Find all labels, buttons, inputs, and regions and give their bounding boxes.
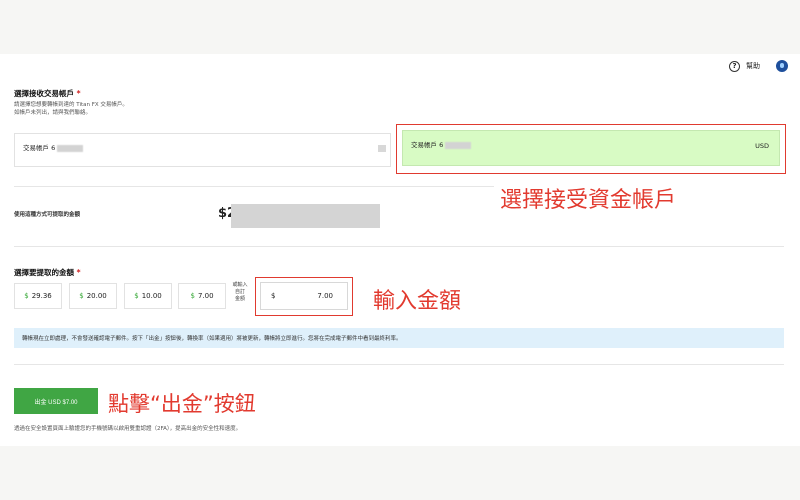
amount-title-text: 選擇要提取的金額 (14, 268, 74, 277)
annotation-select-account: 選擇接受資金帳戶 (500, 188, 677, 213)
help-icon[interactable]: ? (729, 60, 740, 72)
preset-currency: $ (24, 292, 29, 300)
custom-amount-hint: 或輸入 自訂 金額 (231, 282, 249, 303)
hint-line-3: 金額 (234, 296, 245, 302)
notice-text: 轉帳現在立即處理，不會發送確認電子郵件。按下「出金」按鈕後，轉換率（如果適用）將… (22, 336, 402, 342)
preset-value: 10.00 (141, 292, 162, 300)
preset-amount-3[interactable]: $ 10.00 (124, 283, 172, 309)
highlight-box-amount (255, 277, 353, 316)
preset-value: 7.00 (197, 292, 214, 300)
notice-bar: 轉帳現在立即處理，不會發送確認電子郵件。按下「出金」按鈕後，轉換率（如果適用）將… (14, 328, 784, 348)
highlight-box-account (396, 124, 786, 174)
divider (14, 364, 784, 365)
preset-amount-4[interactable]: $ 7.00 (178, 283, 226, 309)
masked-value (378, 145, 386, 152)
amount-title: 選擇要提取的金額 * (14, 267, 81, 278)
hint-line-1: 或輸入 (232, 282, 248, 288)
hint-line-2: 自訂 (234, 289, 245, 295)
preset-value: 20.00 (86, 292, 107, 300)
account-label: 交易帳戶 6 (23, 144, 56, 152)
select-account-desc: 請選擇您想要轉帳到達的 Titan FX 交易帳戶。 如帳戶未列出，請與我們聯絡… (14, 101, 128, 117)
available-label: 使用這種方式可提取的金額 (14, 212, 81, 218)
divider (14, 186, 494, 187)
footer-note: 透過在安全設置頁面上驗證您的手機號碼以啟用雙重認證（2FA），提高出金的安全性和… (14, 426, 242, 432)
required-mark: * (76, 89, 81, 98)
preset-currency: $ (79, 292, 84, 300)
header-actions: ? 幫助 (729, 60, 788, 72)
preset-amount-1[interactable]: $ 29.36 (14, 283, 62, 309)
masked-amount (231, 204, 380, 228)
required-mark: * (76, 268, 81, 277)
select-account-title: 選擇接收交易帳戶 * (14, 88, 81, 99)
annotation-click-button: 點擊“出金”按鈕 (108, 392, 256, 416)
desc-line-1: 請選擇您想要轉帳到達的 Titan FX 交易帳戶。 (14, 102, 128, 108)
desc-line-2: 如帳戶未列出，請與我們聯絡。 (14, 110, 92, 116)
preset-currency: $ (134, 292, 139, 300)
withdraw-button[interactable]: 出金 USD $7.00 (14, 388, 98, 414)
preset-currency: $ (190, 292, 195, 300)
avatar[interactable] (776, 60, 788, 72)
annotation-enter-amount: 輸入金額 (373, 289, 462, 314)
divider (14, 246, 784, 247)
help-link[interactable]: 幫助 (746, 61, 760, 71)
select-account-title-text: 選擇接收交易帳戶 (14, 89, 74, 98)
preset-amount-2[interactable]: $ 20.00 (69, 283, 117, 309)
account-option-1[interactable]: 交易帳戶 6 (14, 133, 391, 167)
masked-account-number (57, 144, 84, 152)
preset-value: 29.36 (31, 292, 52, 300)
